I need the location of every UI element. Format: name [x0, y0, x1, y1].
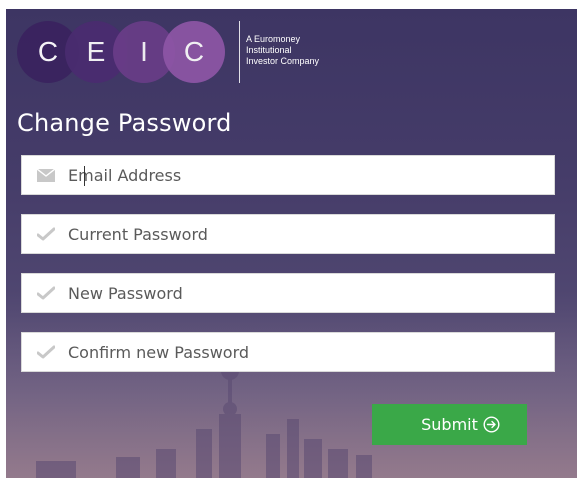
checkmark-icon: [37, 227, 55, 241]
text-caret: [84, 166, 85, 186]
tagline-line-3: Investor Company: [246, 55, 320, 66]
page-title: Change Password: [17, 109, 232, 137]
confirm-password-input[interactable]: [68, 337, 528, 367]
email-input[interactable]: [68, 160, 528, 190]
confirm-password-field[interactable]: [21, 332, 555, 372]
logo-tagline: A Euromoney Institutional Investor Compa…: [246, 34, 319, 67]
checkmark-icon: [37, 286, 55, 300]
ceic-logo: C E I C A Euromoney Institutional Invest…: [17, 16, 319, 88]
current-password-field[interactable]: [21, 214, 555, 254]
arrow-circle-right-icon: [483, 416, 500, 433]
new-password-input[interactable]: [68, 278, 528, 308]
submit-label: Submit: [421, 415, 478, 434]
logo-circles: C E I C: [17, 21, 229, 83]
submit-button[interactable]: Submit: [372, 404, 527, 445]
login-panel: C E I C A Euromoney Institutional Invest…: [6, 9, 577, 478]
checkmark-icon: [37, 345, 55, 359]
new-password-field[interactable]: [21, 273, 555, 313]
envelope-icon: [37, 168, 55, 182]
tagline-line-1: A Euromoney: [246, 33, 301, 44]
logo-divider: [239, 21, 240, 83]
logo-letter-c2: C: [163, 21, 225, 83]
current-password-input[interactable]: [68, 219, 528, 249]
email-field[interactable]: [21, 155, 555, 195]
tagline-line-2: Institutional: [246, 44, 292, 55]
